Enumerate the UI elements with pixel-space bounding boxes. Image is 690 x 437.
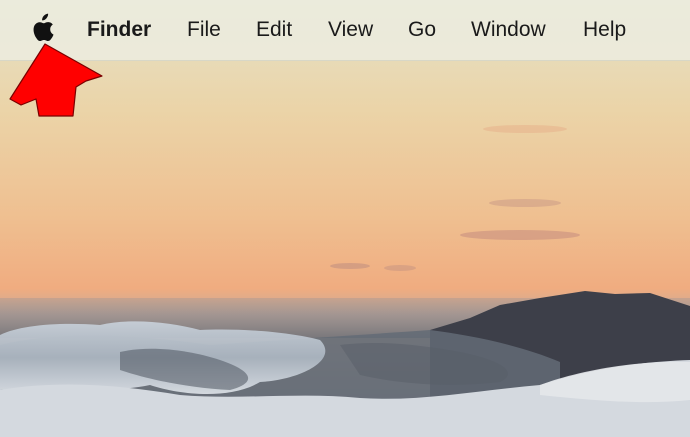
menu-help[interactable]: Help [583, 16, 626, 44]
apple-logo-icon[interactable] [30, 13, 54, 43]
menu-go[interactable]: Go [408, 16, 436, 44]
menu-view[interactable]: View [328, 16, 373, 44]
menu-edit[interactable]: Edit [256, 16, 292, 44]
desktop-wallpaper [0, 0, 690, 437]
menu-finder[interactable]: Finder [87, 16, 151, 44]
menu-file[interactable]: File [187, 16, 221, 44]
menu-bar: Finder File Edit View Go Window Help [0, 0, 690, 61]
desktop-screen: Finder File Edit View Go Window Help [0, 0, 690, 437]
menu-window[interactable]: Window [471, 16, 546, 44]
